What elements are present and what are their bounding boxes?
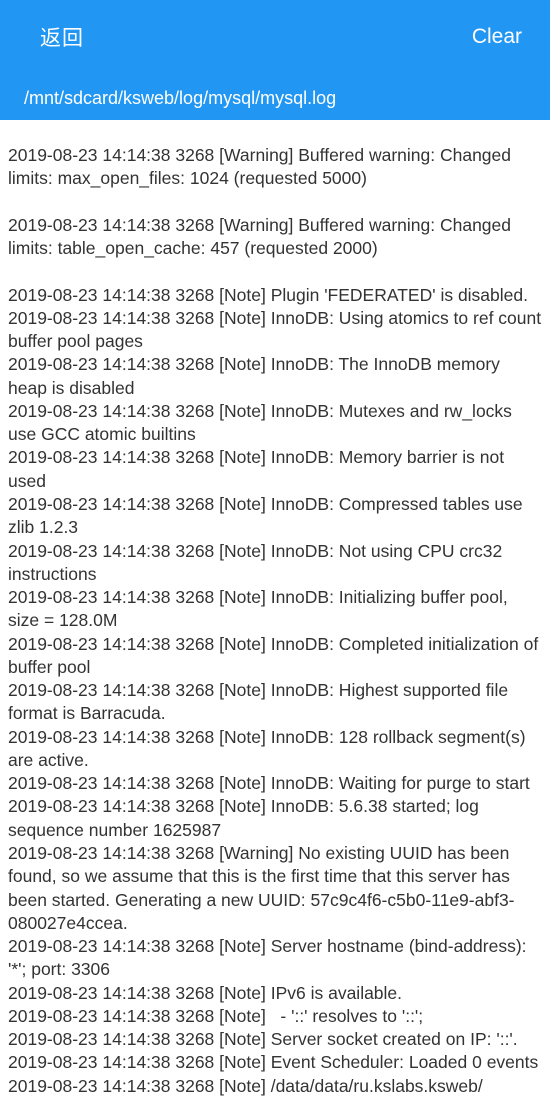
app-header: 返回 Clear /mnt/sdcard/ksweb/log/mysql/mys… [0, 0, 550, 120]
log-content[interactable]: 2019-08-23 14:14:38 3268 [Warning] Buffe… [0, 120, 550, 1098]
header-toolbar: 返回 Clear [0, 0, 550, 52]
back-button[interactable]: 返回 [40, 22, 84, 52]
file-path: /mnt/sdcard/ksweb/log/mysql/mysql.log [0, 52, 550, 109]
clear-button[interactable]: Clear [472, 25, 522, 49]
